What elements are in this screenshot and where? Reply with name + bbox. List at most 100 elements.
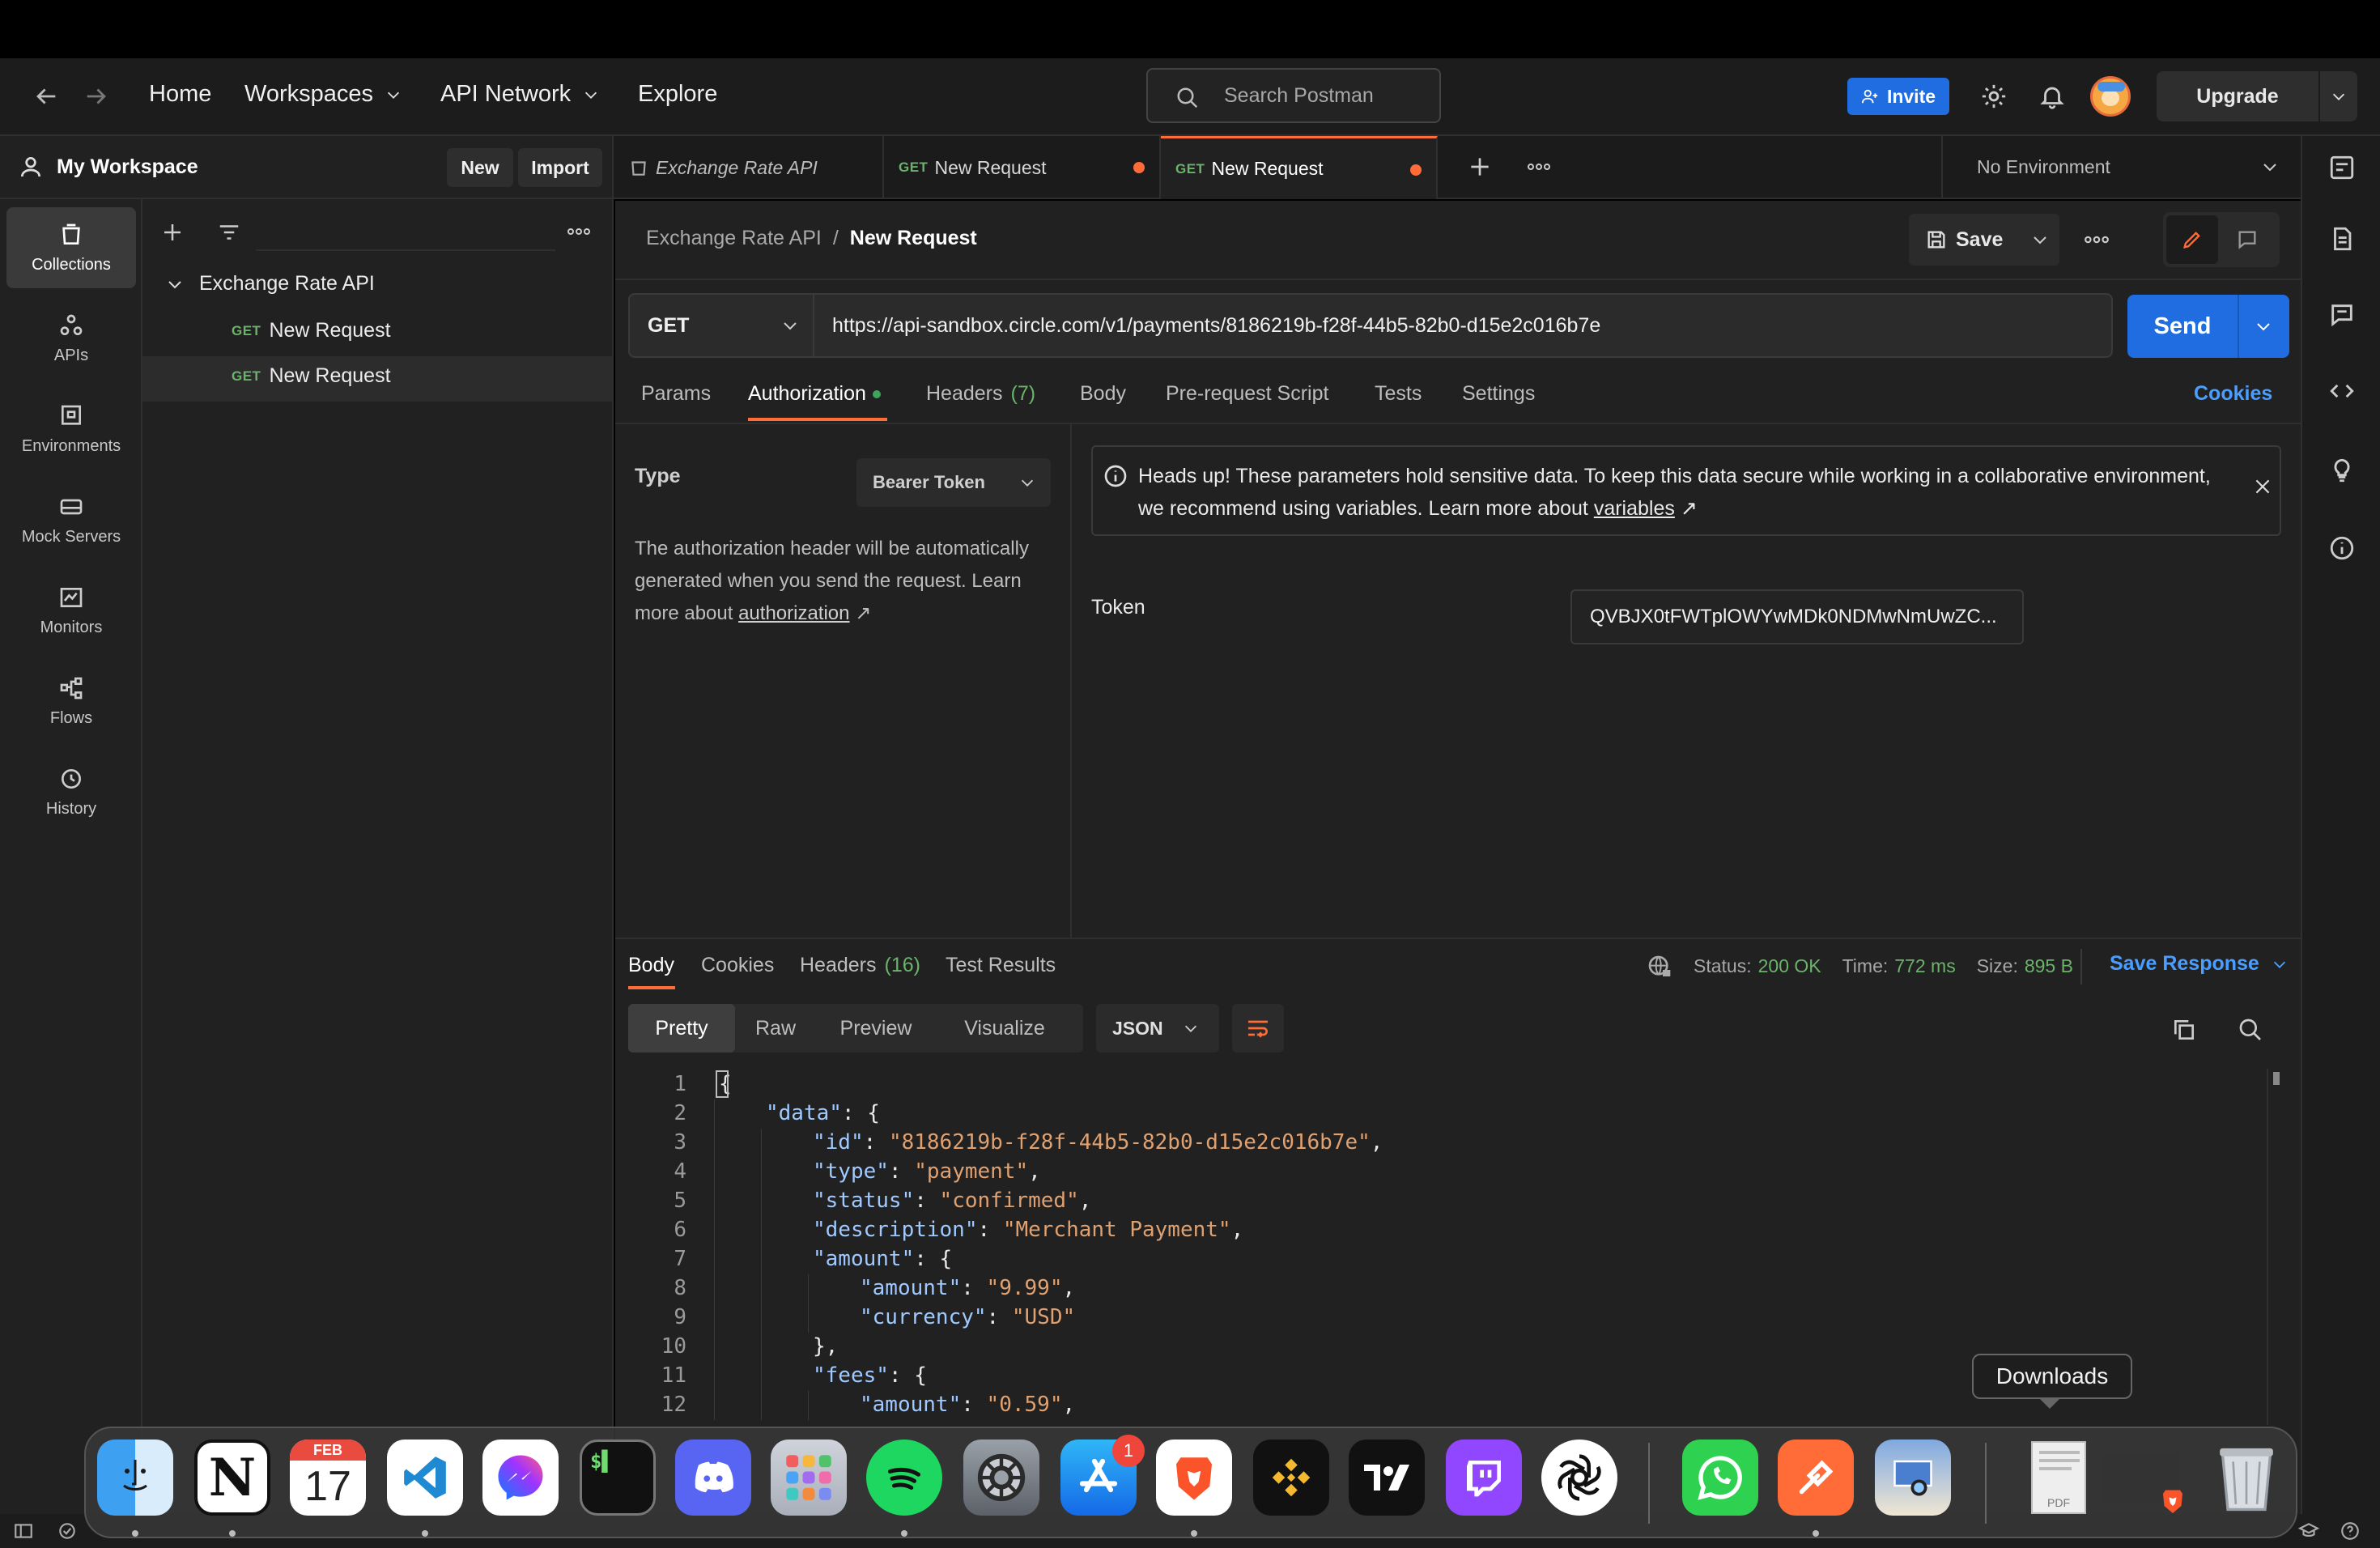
view-preview[interactable]: Preview bbox=[816, 1004, 936, 1053]
lightbulb-icon[interactable] bbox=[2328, 457, 2356, 484]
request-item[interactable]: GET New Request bbox=[232, 364, 391, 388]
terminal-app-icon[interactable]: $▌ bbox=[580, 1440, 656, 1516]
binance-app-icon[interactable] bbox=[1253, 1440, 1329, 1516]
notion-app-icon[interactable]: N bbox=[194, 1440, 270, 1516]
launchpad-app-icon[interactable] bbox=[771, 1440, 847, 1516]
send-button[interactable]: Send bbox=[2127, 295, 2289, 358]
format-select[interactable]: JSON bbox=[1096, 1004, 1219, 1053]
time-value[interactable]: 772 ms bbox=[1894, 955, 1955, 977]
new-button[interactable]: New bbox=[447, 148, 513, 187]
scrollbar-thumb[interactable] bbox=[2273, 1072, 2280, 1085]
response-tab-body[interactable]: Body bbox=[628, 954, 674, 977]
tab-pre-request-script[interactable]: Pre-request Script bbox=[1166, 382, 1328, 406]
invite-button[interactable]: Invite bbox=[1847, 78, 1949, 115]
notification-bell-icon[interactable] bbox=[2038, 83, 2066, 110]
comment-mode-icon[interactable] bbox=[2236, 228, 2259, 251]
nav-workspaces[interactable]: Workspaces bbox=[244, 81, 402, 108]
settings-gear-icon[interactable] bbox=[1980, 83, 2008, 110]
response-tab-headers[interactable]: Headers (16) bbox=[800, 954, 920, 977]
environment-select[interactable]: No Environment bbox=[1941, 136, 2301, 199]
avatar[interactable] bbox=[2090, 76, 2131, 117]
rail-mock-servers[interactable]: Mock Servers bbox=[6, 479, 136, 560]
view-visualize[interactable]: Visualize bbox=[936, 1004, 1073, 1053]
sidebar-toggle-icon[interactable] bbox=[13, 1520, 34, 1542]
more-options-icon[interactable] bbox=[2084, 233, 2110, 246]
search-icon[interactable] bbox=[2238, 1017, 2263, 1043]
info-icon[interactable] bbox=[2328, 534, 2356, 562]
save-dropdown[interactable] bbox=[2021, 214, 2059, 266]
postman-app-icon[interactable] bbox=[1778, 1440, 1854, 1516]
collection-search-input[interactable] bbox=[256, 214, 555, 251]
nav-home[interactable]: Home bbox=[149, 81, 211, 108]
search-input[interactable]: Search Postman bbox=[1146, 68, 1441, 123]
tradingview-app-icon[interactable] bbox=[1349, 1440, 1425, 1516]
back-arrow-icon[interactable] bbox=[32, 83, 60, 110]
auth-type-select[interactable]: Bearer Token bbox=[856, 458, 1051, 507]
tab-collection[interactable]: Exchange Rate API bbox=[614, 136, 884, 199]
save-response-button[interactable]: Save Response bbox=[2110, 952, 2289, 976]
trash-app-icon[interactable] bbox=[2208, 1440, 2284, 1516]
messenger-app-icon[interactable] bbox=[482, 1440, 559, 1516]
whatsapp-app-icon[interactable] bbox=[1682, 1440, 1758, 1516]
upgrade-button[interactable]: Upgrade bbox=[2157, 71, 2357, 121]
rail-collections[interactable]: Collections bbox=[6, 207, 136, 288]
add-icon[interactable] bbox=[160, 220, 185, 245]
view-raw[interactable]: Raw bbox=[735, 1004, 816, 1053]
rail-apis[interactable]: APIs bbox=[6, 298, 136, 379]
close-icon[interactable] bbox=[2252, 476, 2273, 497]
variables-link[interactable]: variables bbox=[1594, 497, 1675, 520]
status-value[interactable]: 200 OK bbox=[1758, 955, 1821, 977]
finder-app-icon[interactable] bbox=[97, 1440, 173, 1516]
response-tab-test-results[interactable]: Test Results bbox=[946, 954, 1056, 977]
tab-authorization[interactable]: Authorization bbox=[748, 382, 881, 406]
edit-mode-button[interactable] bbox=[2166, 215, 2218, 264]
globe-lock-icon[interactable] bbox=[1647, 954, 1672, 980]
preview-app-icon[interactable] bbox=[1875, 1440, 1951, 1516]
downloads-stack-icon[interactable]: PDF bbox=[2021, 1440, 2097, 1516]
calendar-app-icon[interactable]: FEB 17 bbox=[290, 1440, 366, 1516]
nav-api-network[interactable]: API Network bbox=[440, 81, 600, 108]
twitch-app-icon[interactable] bbox=[1446, 1440, 1522, 1516]
collection-item[interactable]: Exchange Rate API bbox=[165, 272, 375, 296]
more-options-icon[interactable] bbox=[567, 223, 591, 240]
documentation-icon[interactable] bbox=[2328, 225, 2356, 253]
view-pretty[interactable]: Pretty bbox=[628, 1004, 735, 1053]
breadcrumb-parent[interactable]: Exchange Rate API bbox=[646, 227, 822, 250]
brave-download-icon[interactable] bbox=[2103, 1440, 2182, 1516]
help-icon[interactable] bbox=[2340, 1520, 2361, 1542]
tab-settings[interactable]: Settings bbox=[1462, 382, 1535, 406]
cookies-link[interactable]: Cookies bbox=[2194, 382, 2272, 406]
tab-headers[interactable]: Headers (7) bbox=[926, 382, 1035, 406]
request-item[interactable]: GET New Request bbox=[232, 319, 391, 342]
tab-tests[interactable]: Tests bbox=[1375, 382, 1422, 406]
tab-params[interactable]: Params bbox=[641, 382, 711, 406]
online-status-icon[interactable] bbox=[57, 1520, 78, 1542]
vscode-app-icon[interactable] bbox=[387, 1440, 463, 1516]
bootcamp-icon[interactable] bbox=[2297, 1520, 2320, 1542]
comments-icon[interactable] bbox=[2328, 301, 2356, 329]
nav-explore[interactable]: Explore bbox=[638, 81, 717, 108]
brave-app-icon[interactable] bbox=[1156, 1440, 1232, 1516]
rail-monitors[interactable]: Monitors bbox=[6, 570, 136, 651]
wrap-lines-button[interactable] bbox=[1232, 1004, 1284, 1053]
filter-icon[interactable] bbox=[217, 220, 241, 245]
spotify-app-icon[interactable] bbox=[866, 1440, 942, 1516]
import-button[interactable]: Import bbox=[518, 148, 602, 187]
copy-icon[interactable] bbox=[2171, 1017, 2197, 1043]
discord-app-icon[interactable] bbox=[675, 1440, 751, 1516]
environment-quick-look-icon[interactable] bbox=[2328, 154, 2356, 181]
chatgpt-app-icon[interactable] bbox=[1541, 1440, 1617, 1516]
authorization-link[interactable]: authorization bbox=[738, 602, 849, 624]
chevron-down-icon[interactable] bbox=[2330, 87, 2348, 105]
url-input[interactable]: https://api-sandbox.circle.com/v1/paymen… bbox=[814, 293, 2113, 358]
system-settings-app-icon[interactable] bbox=[963, 1440, 1039, 1516]
rail-history[interactable]: History bbox=[6, 751, 136, 832]
more-tabs-icon[interactable] bbox=[1527, 160, 1551, 173]
rail-environments[interactable]: Environments bbox=[6, 389, 136, 470]
forward-arrow-icon[interactable] bbox=[83, 83, 110, 110]
method-select[interactable]: GET bbox=[628, 293, 814, 358]
rail-flows[interactable]: Flows bbox=[6, 661, 136, 742]
tab-request-active[interactable]: GET New Request bbox=[1161, 136, 1438, 199]
code-icon[interactable] bbox=[2328, 377, 2356, 405]
tab-body[interactable]: Body bbox=[1080, 382, 1126, 406]
